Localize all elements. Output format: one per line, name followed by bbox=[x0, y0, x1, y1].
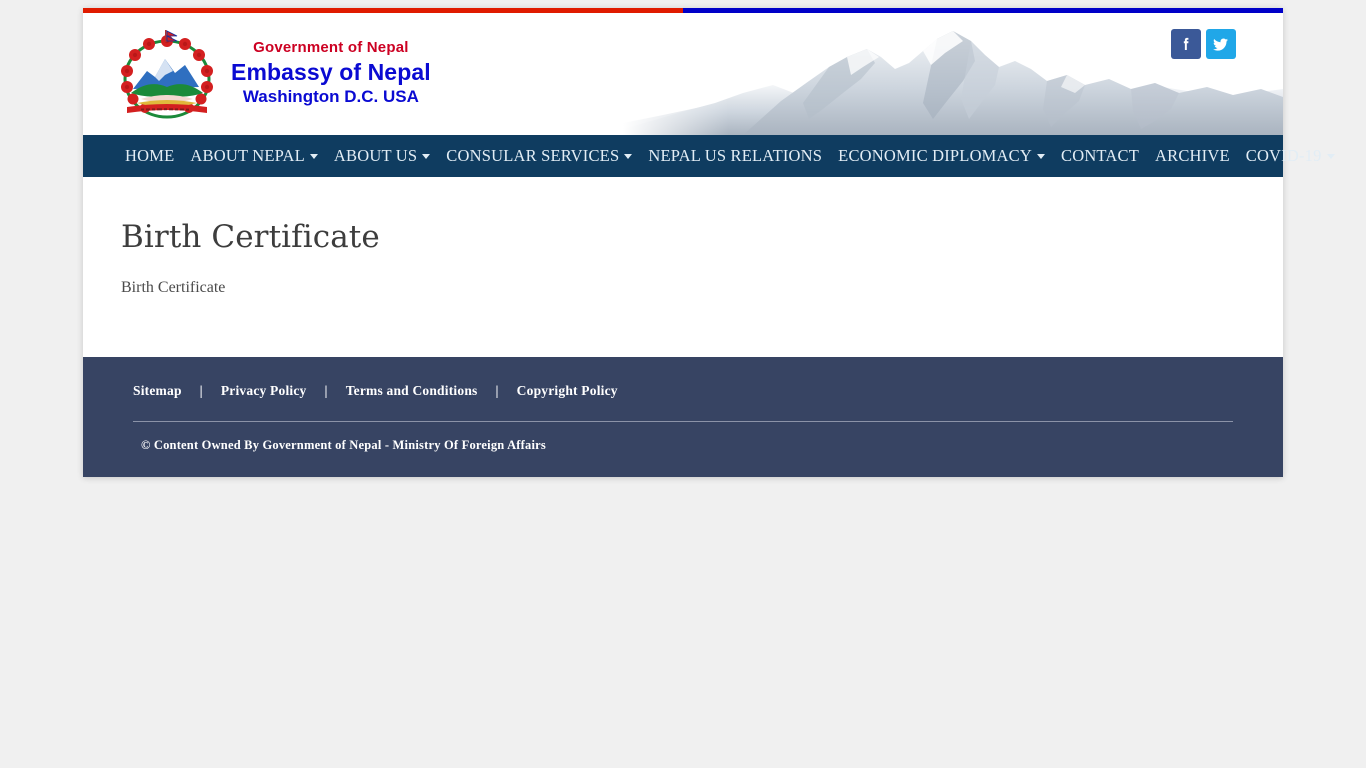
chevron-down-icon bbox=[1326, 153, 1335, 159]
chevron-down-icon bbox=[309, 153, 318, 159]
footer-copyright: © Content Owned By Government of Nepal -… bbox=[141, 438, 546, 452]
twitter-icon bbox=[1212, 35, 1230, 53]
social-links bbox=[1171, 29, 1236, 59]
footer-link-sitemap[interactable]: Sitemap bbox=[133, 383, 182, 399]
facebook-icon bbox=[1177, 35, 1195, 53]
footer-link-terms-and-conditions[interactable]: Terms and Conditions bbox=[346, 383, 478, 399]
brand-titles: Government of Nepal Embassy of Nepal Was… bbox=[231, 39, 431, 107]
main-navigation: HOME ABOUT NEPAL ABOUT US CONSULAR SERVI… bbox=[83, 135, 1335, 177]
nav-item-home[interactable]: HOME bbox=[117, 135, 182, 177]
nav-item-about-nepal[interactable]: ABOUT NEPAL bbox=[182, 135, 326, 177]
nav-item-archive[interactable]: ARCHIVE bbox=[1147, 135, 1238, 177]
nav-item-label: NEPAL US RELATIONS bbox=[648, 146, 823, 165]
government-line: Government of Nepal bbox=[253, 39, 409, 56]
footer-separator: | bbox=[324, 383, 328, 398]
facebook-link[interactable] bbox=[1171, 29, 1201, 59]
chevron-down-icon bbox=[624, 153, 633, 159]
twitter-link[interactable] bbox=[1206, 29, 1236, 59]
page-title: Birth Certificate bbox=[121, 219, 380, 255]
nav-item-covid-19[interactable]: COVID-19 bbox=[1238, 135, 1343, 177]
nav-item-label: HOME bbox=[125, 146, 175, 165]
chevron-down-icon bbox=[422, 153, 431, 159]
nav-item-label: ABOUT US bbox=[333, 146, 418, 165]
nav-item-label: CONTACT bbox=[1061, 146, 1139, 165]
main-content: Birth Certificate Birth Certificate bbox=[83, 177, 1283, 357]
nav-item-label: COVID-19 bbox=[1245, 146, 1322, 165]
site-footer: Sitemap | Privacy Policy | Terms and Con… bbox=[83, 357, 1283, 477]
footer-separator: | bbox=[495, 383, 499, 398]
nav-item-label: CONSULAR SERVICES bbox=[446, 146, 620, 165]
page-root: Government of Nepal Embassy of Nepal Was… bbox=[0, 0, 1366, 768]
nav-item-contact[interactable]: CONTACT bbox=[1053, 135, 1147, 177]
nav-item-economic-diplomacy[interactable]: ECONOMIC DIPLOMACY bbox=[830, 135, 1053, 177]
footer-link-copyright-policy[interactable]: Copyright Policy bbox=[517, 383, 618, 399]
footer-divider bbox=[133, 421, 1233, 422]
city-line: Washington D.C. USA bbox=[242, 86, 419, 106]
nav-item-nepal-us-relations[interactable]: NEPAL US RELATIONS bbox=[640, 135, 830, 177]
footer-separator: | bbox=[199, 383, 203, 398]
nav-item-label: ABOUT NEPAL bbox=[190, 146, 305, 165]
chevron-down-icon bbox=[1037, 153, 1045, 159]
nepal-coat-of-arms-icon bbox=[115, 29, 219, 121]
embassy-line: Embassy of Nepal bbox=[231, 58, 431, 85]
footer-link-privacy-policy[interactable]: Privacy Policy bbox=[221, 383, 307, 399]
nav-item-consular-services[interactable]: CONSULAR SERVICES bbox=[438, 135, 640, 177]
site-container: Government of Nepal Embassy of Nepal Was… bbox=[83, 8, 1335, 477]
nav-item-label: ECONOMIC DIPLOMACY bbox=[838, 146, 1032, 165]
site-header: Government of Nepal Embassy of Nepal Was… bbox=[83, 13, 1283, 135]
nav-item-about-us[interactable]: ABOUT US bbox=[326, 135, 438, 177]
nav-item-label: ARCHIVE bbox=[1155, 146, 1230, 165]
page-body-text: Birth Certificate bbox=[121, 279, 226, 296]
footer-links: Sitemap | Privacy Policy | Terms and Con… bbox=[131, 383, 1235, 399]
